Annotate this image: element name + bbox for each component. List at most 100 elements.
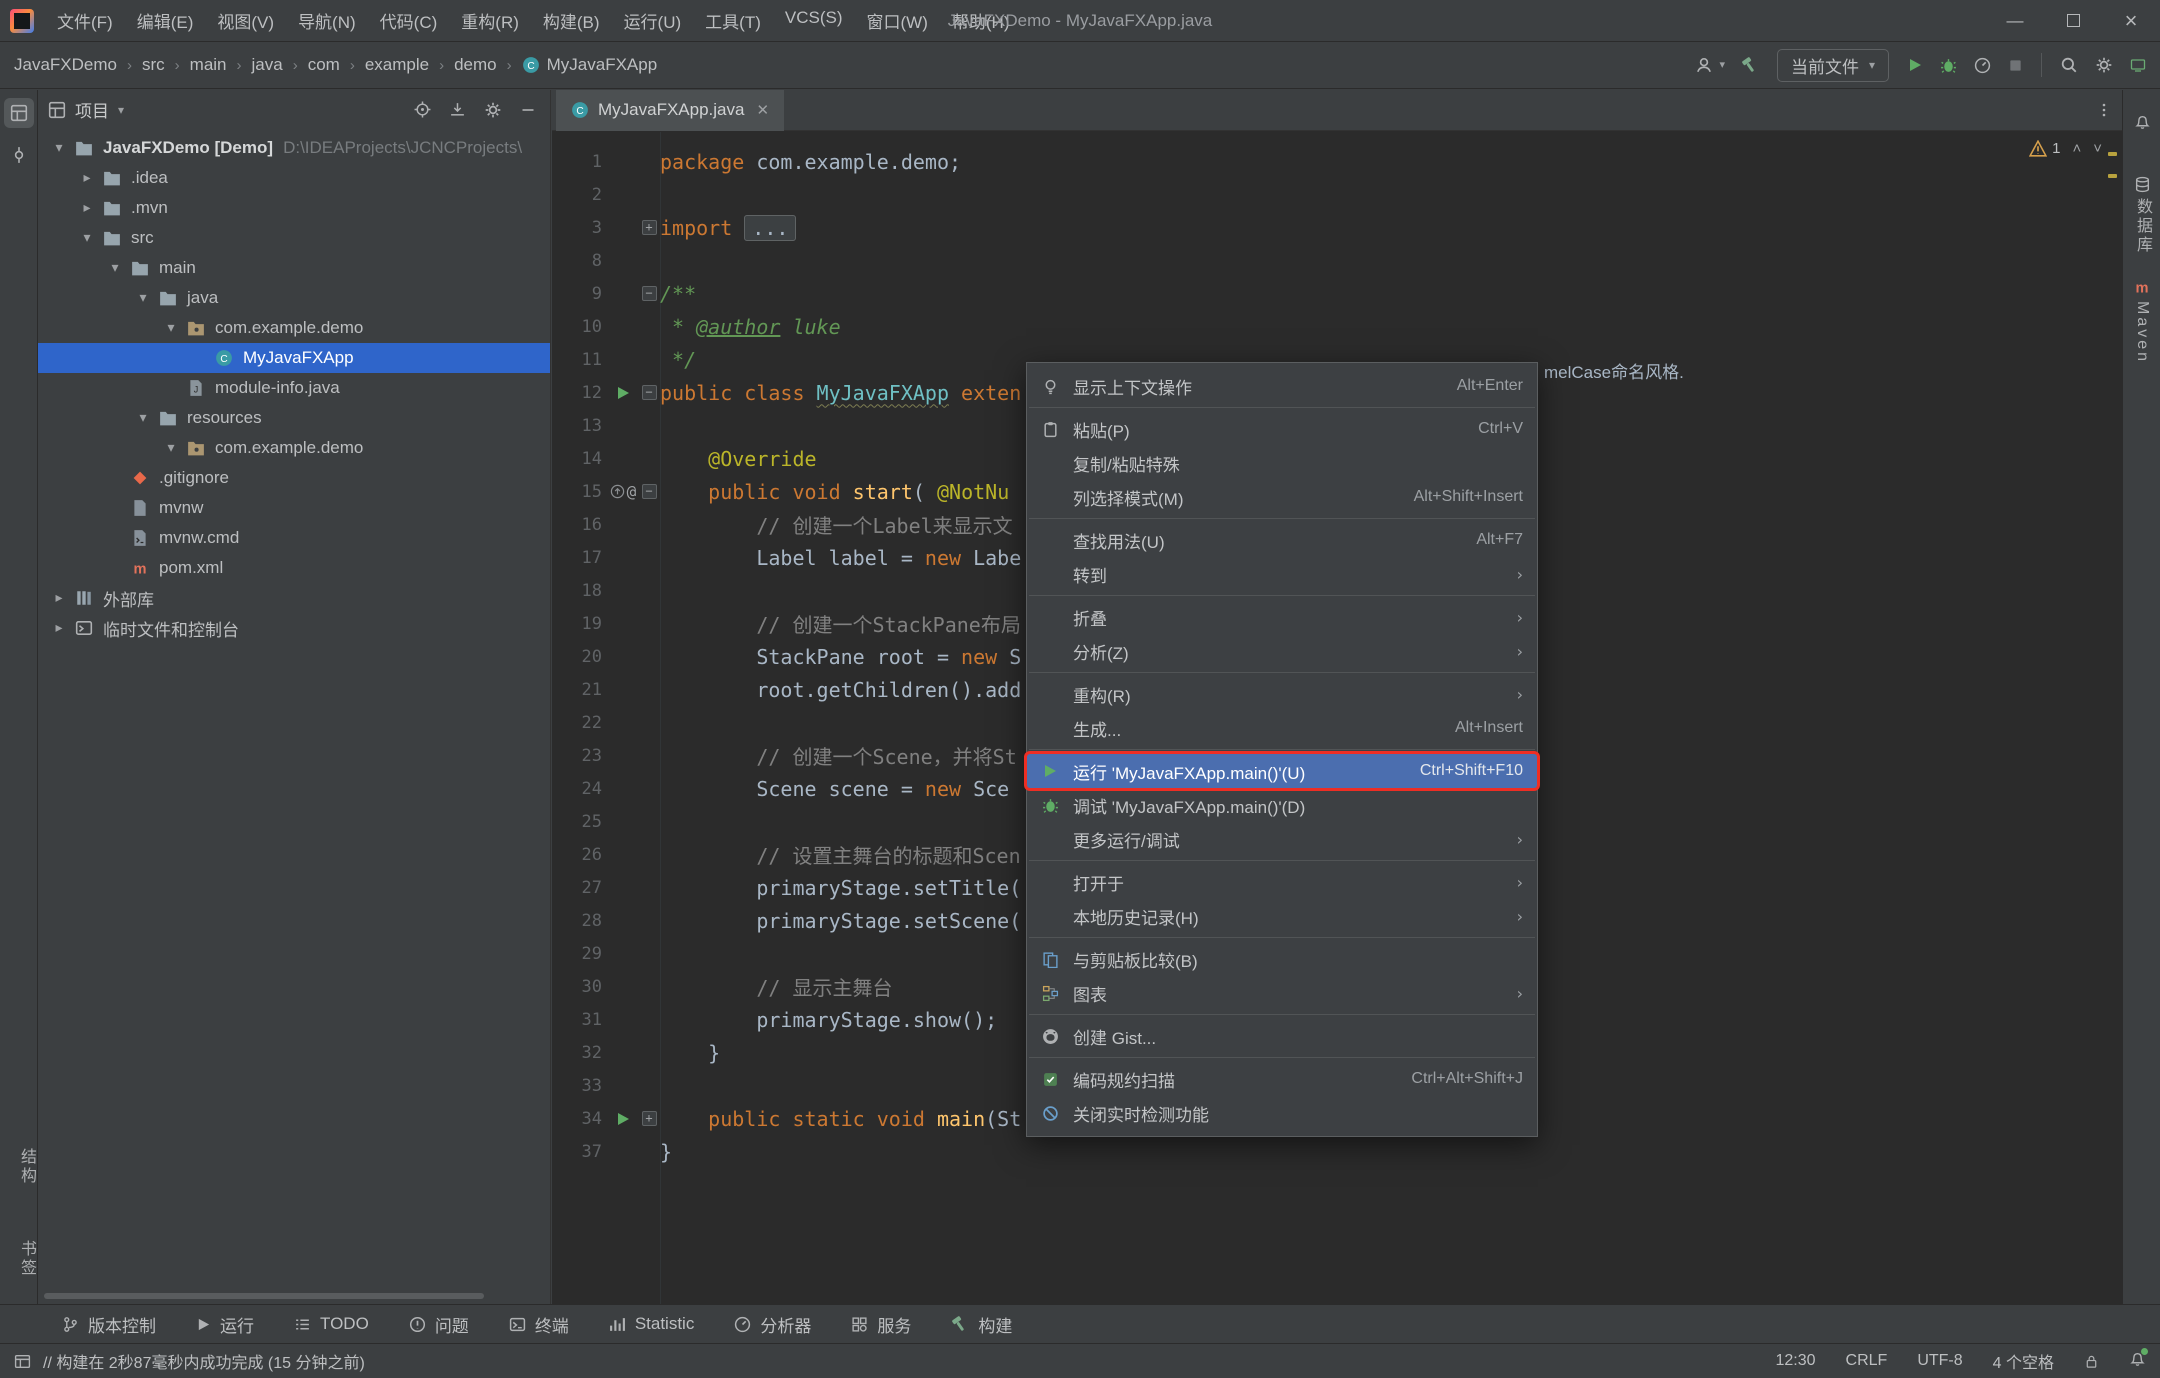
tabs-more-icon[interactable] xyxy=(2096,102,2112,118)
context-menu-item[interactable]: 编码规约扫描Ctrl+Alt+Shift+J xyxy=(1027,1062,1537,1096)
context-menu-item[interactable]: 折叠› xyxy=(1027,600,1537,634)
user-avatar-icon[interactable] xyxy=(1695,56,1713,74)
menubar-item[interactable]: 构建(B) xyxy=(532,4,611,37)
context-menu-item[interactable]: 本地历史记录(H)› xyxy=(1027,899,1537,933)
tree-item[interactable]: ▾JavaFXDemo [Demo]D:\IDEAProjects\JCNCPr… xyxy=(38,133,550,163)
menubar-item[interactable]: 导航(N) xyxy=(287,4,367,37)
context-menu-item[interactable]: 运行 'MyJavaFXApp.main()'(U)Ctrl+Shift+F10 xyxy=(1027,754,1537,788)
tree-item[interactable]: ▸.idea xyxy=(38,163,550,193)
fold-marker[interactable]: + xyxy=(638,220,660,235)
tree-chevron-icon[interactable]: ▸ xyxy=(46,590,72,606)
breadcrumb-item[interactable]: src xyxy=(142,55,165,75)
left-strip-commit-button[interactable] xyxy=(4,140,34,170)
menubar-item[interactable]: 代码(C) xyxy=(369,4,449,37)
code-line[interactable]: 10 * @author luke xyxy=(552,310,2122,343)
overrides-method-icon[interactable] xyxy=(610,484,625,499)
status-message[interactable]: // 构建在 2秒87毫秒内成功完成 (15 分钟之前) xyxy=(43,1349,365,1373)
tree-chevron-icon[interactable]: ▾ xyxy=(158,440,184,456)
tree-item[interactable]: ▾com.example.demo xyxy=(38,313,550,343)
tree-chevron-icon[interactable]: ▾ xyxy=(158,320,184,336)
fold-marker[interactable]: + xyxy=(638,1111,660,1126)
fold-minus-icon[interactable]: − xyxy=(642,286,657,301)
tree-item[interactable]: ▾resources xyxy=(38,403,550,433)
code-line[interactable]: 2 xyxy=(552,178,2122,211)
context-menu-item[interactable]: 列选择模式(M)Alt+Shift+Insert xyxy=(1027,480,1537,514)
breadcrumb-item[interactable]: example xyxy=(365,55,429,75)
menubar-item[interactable]: 窗口(W) xyxy=(856,4,939,37)
toolwindow-button-运行[interactable]: 运行 xyxy=(196,1312,254,1337)
tree-item[interactable]: ▾src xyxy=(38,223,550,253)
tree-item[interactable]: ▾com.example.demo xyxy=(38,433,550,463)
search-icon[interactable] xyxy=(2060,56,2078,74)
project-tool-icon[interactable] xyxy=(48,101,66,119)
fold-minus-icon[interactable]: − xyxy=(642,385,657,400)
menubar-item[interactable]: 重构(R) xyxy=(450,4,530,37)
run-gutter-icon[interactable] xyxy=(615,1111,631,1127)
context-menu-item[interactable]: 关闭实时检测功能 xyxy=(1027,1096,1537,1130)
stop-button[interactable] xyxy=(2008,58,2023,73)
tree-chevron-icon[interactable]: ▾ xyxy=(130,410,156,426)
tree-item[interactable]: mvnw.cmd xyxy=(38,523,550,553)
profiler-button[interactable] xyxy=(1974,57,1991,74)
context-menu-item[interactable]: 转到› xyxy=(1027,557,1537,591)
tree-item[interactable]: ▸.mvn xyxy=(38,193,550,223)
breadcrumb-item[interactable]: demo xyxy=(454,55,497,75)
build-hammer-icon[interactable] xyxy=(1741,56,1759,74)
code-line[interactable]: 1package com.example.demo; xyxy=(552,145,2122,178)
tab-close-icon[interactable]: ✕ xyxy=(756,101,769,119)
toolwindow-button-构建[interactable]: 构建 xyxy=(951,1312,1012,1337)
menubar-item[interactable]: VCS(S) xyxy=(774,4,854,37)
left-strip-grid-button[interactable] xyxy=(4,98,34,128)
code-line[interactable]: 37} xyxy=(552,1135,2122,1168)
structure-toolwindow-button[interactable]: 结构 xyxy=(0,1148,38,1186)
tree-chevron-icon[interactable]: ▾ xyxy=(74,230,100,246)
next-warning-icon[interactable]: ˅ xyxy=(2093,140,2102,157)
fold-plus-icon[interactable]: + xyxy=(642,220,657,235)
fold-plus-icon[interactable]: + xyxy=(642,1111,657,1126)
toolwindow-button-statistic[interactable]: Statistic xyxy=(609,1314,695,1334)
panel-settings-icon[interactable] xyxy=(484,101,502,119)
context-menu-item[interactable]: 打开于› xyxy=(1027,865,1537,899)
tree-item[interactable]: .gitignore xyxy=(38,463,550,493)
toolwindow-button-todo[interactable]: TODO xyxy=(294,1314,369,1334)
context-menu-item[interactable]: 显示上下文操作Alt+Enter xyxy=(1027,369,1537,403)
tree-item-selected[interactable]: CMyJavaFXApp xyxy=(38,343,550,373)
tree-chevron-icon[interactable]: ▸ xyxy=(74,200,100,216)
fold-marker[interactable]: − xyxy=(638,286,660,301)
code-line[interactable]: 9−/** xyxy=(552,277,2122,310)
context-menu-item[interactable]: 分析(Z)› xyxy=(1027,634,1537,668)
maven-toolwindow-button[interactable]: mMaven xyxy=(2123,278,2160,364)
toolwindow-button-服务[interactable]: 服务 xyxy=(851,1312,911,1337)
tree-item[interactable]: ▾main xyxy=(38,253,550,283)
inspection-stripe-mark[interactable] xyxy=(2108,174,2117,178)
debug-button[interactable] xyxy=(1940,57,1957,74)
context-menu-item[interactable]: 重构(R)› xyxy=(1027,677,1537,711)
toolwindow-button-分析器[interactable]: 分析器 xyxy=(734,1312,811,1337)
toolwindow-button-问题[interactable]: 问题 xyxy=(409,1312,469,1337)
fold-marker[interactable]: − xyxy=(638,484,660,499)
indent-indicator[interactable]: 4 个空格 xyxy=(1993,1349,2054,1373)
tree-item[interactable]: mvnw xyxy=(38,493,550,523)
context-menu-item[interactable]: 复制/粘贴特殊 xyxy=(1027,446,1537,480)
share-icon[interactable] xyxy=(2130,57,2146,73)
database-toolwindow-button[interactable]: 数据库 xyxy=(2123,176,2160,255)
fold-marker[interactable]: − xyxy=(638,385,660,400)
menubar-item[interactable]: 视图(V) xyxy=(206,4,285,37)
context-menu-item[interactable]: 调试 'MyJavaFXApp.main()'(D) xyxy=(1027,788,1537,822)
tree-item[interactable]: ▸临时文件和控制台 xyxy=(38,613,550,643)
prev-warning-icon[interactable]: ˄ xyxy=(2072,140,2081,157)
menubar-item[interactable]: 运行(U) xyxy=(613,4,693,37)
context-menu-item[interactable]: 创建 Gist... xyxy=(1027,1019,1537,1053)
breadcrumb-item[interactable]: com xyxy=(308,55,340,75)
hide-panel-icon[interactable] xyxy=(520,102,536,118)
tree-chevron-icon[interactable]: ▾ xyxy=(130,290,156,306)
breadcrumb-item[interactable]: CMyJavaFXApp xyxy=(522,55,658,75)
minimize-button[interactable]: — xyxy=(1986,0,2044,42)
notifications-bell[interactable] xyxy=(2129,1350,2146,1372)
toolwindow-button-版本控制[interactable]: 版本控制 xyxy=(62,1312,156,1337)
context-menu-item[interactable]: 生成...Alt+Insert xyxy=(1027,711,1537,745)
tree-chevron-icon[interactable]: ▸ xyxy=(46,620,72,636)
tree-item[interactable]: mpom.xml xyxy=(38,553,550,583)
run-button[interactable] xyxy=(1907,57,1923,73)
editor-tab[interactable]: C MyJavaFXApp.java ✕ xyxy=(556,90,784,131)
